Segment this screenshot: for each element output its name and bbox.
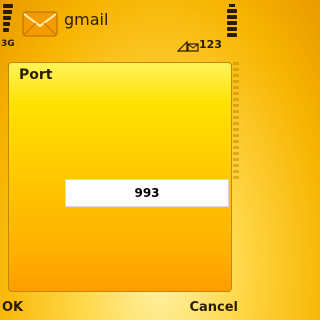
ok-softkey[interactable]: OK xyxy=(2,300,23,315)
unread-count: 123 xyxy=(199,38,222,51)
signal-strength-icon xyxy=(3,4,13,34)
battery-icon xyxy=(227,4,237,39)
cancel-softkey[interactable]: Cancel xyxy=(189,300,238,315)
envelope-icon xyxy=(22,11,58,37)
app-title: gmail xyxy=(64,10,109,29)
network-type: 3G xyxy=(1,39,15,49)
dialog-title: Port xyxy=(19,67,53,83)
message-indicator-icon xyxy=(177,40,199,52)
scrollbar[interactable] xyxy=(233,62,239,290)
status-bar: 3G gmail 123 xyxy=(0,0,240,60)
port-input[interactable]: 993 xyxy=(65,179,229,207)
port-dialog: Port 993 xyxy=(8,62,232,292)
